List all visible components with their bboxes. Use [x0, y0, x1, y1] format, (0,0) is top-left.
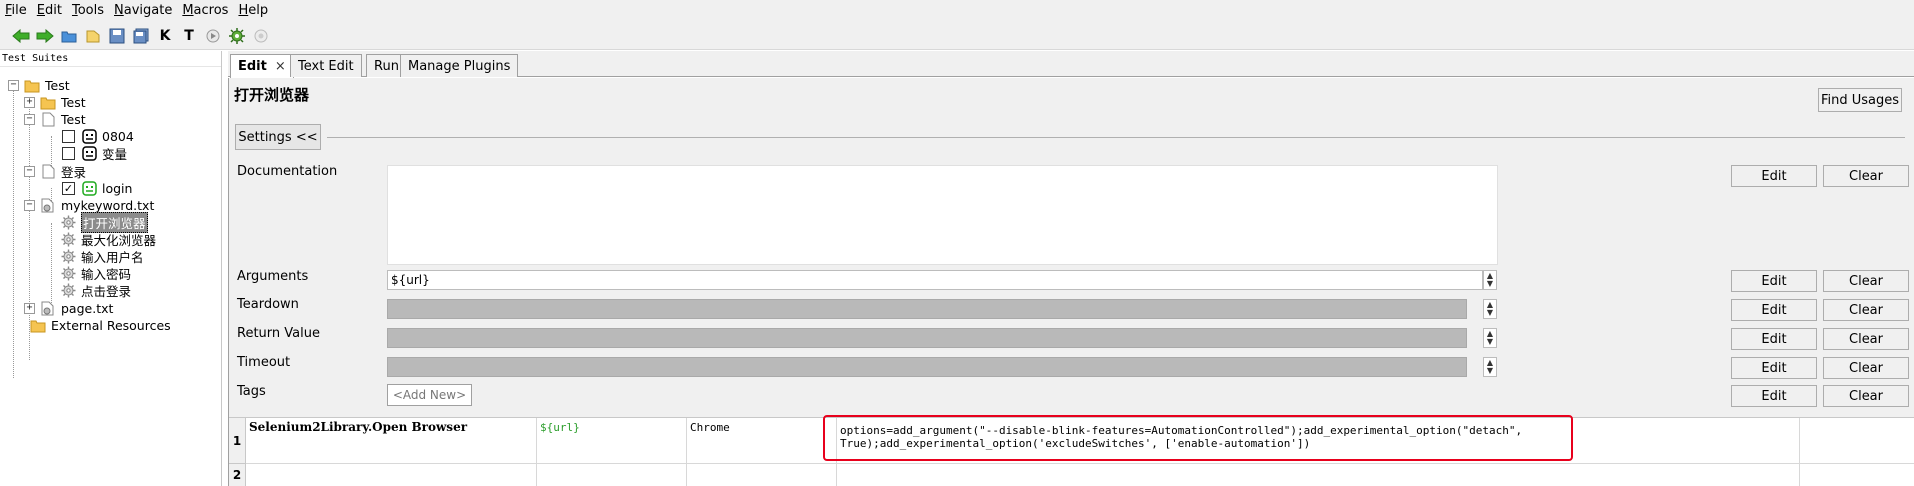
- stop-icon[interactable]: [250, 25, 272, 47]
- add-tag-input[interactable]: <Add New>: [387, 384, 472, 406]
- new-folder-icon[interactable]: [82, 25, 104, 47]
- arguments-label: Arguments: [237, 269, 309, 284]
- row-header[interactable]: 1: [229, 418, 246, 464]
- return-value-clear-button[interactable]: Clear: [1823, 328, 1909, 350]
- settings-divider: [327, 137, 1905, 138]
- arguments-edit-button[interactable]: Edit: [1731, 270, 1817, 292]
- timeout-clear-button[interactable]: Clear: [1823, 357, 1909, 379]
- documentation-label: Documentation: [237, 164, 338, 179]
- menu-macros[interactable]: Macros: [177, 0, 233, 22]
- file-icon: [40, 112, 56, 128]
- grid-cell-arg4[interactable]: [1800, 464, 1914, 486]
- forward-arrow-icon[interactable]: [34, 25, 56, 47]
- tags-clear-button[interactable]: Clear: [1823, 385, 1909, 407]
- menu-file[interactable]: File: [0, 0, 32, 22]
- grid-cell-arg1[interactable]: ${url}: [537, 418, 687, 464]
- editor-tab-bar: Edit × Text Edit Run Manage Plugins: [228, 51, 1914, 78]
- back-arrow-icon[interactable]: [10, 25, 32, 47]
- expand-toggle[interactable]: +: [24, 303, 35, 314]
- file-icon: [40, 164, 56, 180]
- row-header[interactable]: 2: [229, 464, 246, 486]
- grid-cell-arg2[interactable]: [687, 464, 837, 486]
- chevron-down-icon: ▼: [1486, 337, 1494, 346]
- test-suites-panel: Test Suites − Test + Test − Test 0804 变量…: [0, 51, 222, 486]
- chevron-down-icon: ▼: [1486, 308, 1494, 317]
- run-icon[interactable]: [202, 25, 224, 47]
- save-icon[interactable]: [106, 25, 128, 47]
- expand-toggle[interactable]: +: [24, 97, 35, 108]
- gear-icon: [60, 283, 76, 299]
- grid-cell-keyword[interactable]: Selenium2Library.Open Browser: [246, 418, 537, 464]
- folder-icon: [30, 318, 46, 334]
- test-search-icon[interactable]: T: [178, 25, 200, 47]
- tab-edit[interactable]: Edit ×: [230, 54, 294, 78]
- tree-node-external-resources[interactable]: External Resources: [30, 315, 171, 336]
- find-usages-button[interactable]: Find Usages: [1818, 88, 1902, 112]
- keyword-editor: 打开浏览器 Find Usages Settings << Documentat…: [228, 78, 1914, 486]
- tab-text-edit[interactable]: Text Edit: [290, 54, 362, 77]
- teardown-label: Teardown: [237, 297, 299, 312]
- documentation-field[interactable]: [387, 165, 1498, 265]
- menu-help[interactable]: Help: [233, 0, 273, 22]
- arguments-spinner[interactable]: ▲ ▼: [1483, 270, 1497, 290]
- teardown-clear-button[interactable]: Clear: [1823, 299, 1909, 321]
- menu-edit[interactable]: Edit: [32, 0, 67, 22]
- grid-cell-arg2[interactable]: Chrome: [687, 418, 837, 464]
- teardown-field[interactable]: [387, 299, 1467, 319]
- documentation-edit-button[interactable]: Edit: [1731, 165, 1817, 187]
- save-all-icon[interactable]: [130, 25, 152, 47]
- collapse-toggle[interactable]: −: [24, 166, 35, 177]
- chevron-down-icon: ▼: [1486, 279, 1494, 288]
- menu-bar: File Edit Tools Navigate Macros Help: [0, 0, 1914, 22]
- collapse-toggle[interactable]: −: [8, 80, 19, 91]
- chevron-down-icon: ▼: [1486, 366, 1494, 375]
- test-checkbox-checked[interactable]: ✓: [62, 182, 75, 195]
- tree-guide-line: [13, 85, 14, 378]
- robot-icon: [81, 146, 97, 162]
- documentation-clear-button[interactable]: Clear: [1823, 165, 1909, 187]
- annotation-highlight-box: [823, 415, 1573, 461]
- timeout-spinner[interactable]: ▲ ▼: [1483, 357, 1497, 377]
- toolbar: K T: [0, 22, 1914, 50]
- test-checkbox[interactable]: [62, 147, 75, 160]
- arguments-field[interactable]: ${url}: [387, 270, 1483, 290]
- arguments-clear-button[interactable]: Clear: [1823, 270, 1909, 292]
- timeout-label: Timeout: [237, 355, 291, 370]
- teardown-spinner[interactable]: ▲ ▼: [1483, 299, 1497, 319]
- grid-cell-arg3[interactable]: [837, 464, 1800, 486]
- return-value-spinner[interactable]: ▲ ▼: [1483, 328, 1497, 348]
- menu-navigate[interactable]: Navigate: [109, 0, 177, 22]
- settings-gear-icon[interactable]: [226, 25, 248, 47]
- grid-cell-arg1[interactable]: [537, 464, 687, 486]
- teardown-edit-button[interactable]: Edit: [1731, 299, 1817, 321]
- open-folder-icon[interactable]: [58, 25, 80, 47]
- timeout-edit-button[interactable]: Edit: [1731, 357, 1817, 379]
- keyword-search-icon[interactable]: K: [154, 25, 176, 47]
- close-icon[interactable]: ×: [275, 59, 286, 74]
- return-value-label: Return Value: [237, 326, 320, 341]
- grid-cell-arg4[interactable]: [1800, 418, 1914, 464]
- tree-guide-line: [51, 223, 52, 309]
- resource-file-icon: [40, 198, 56, 214]
- menu-tools[interactable]: Tools: [67, 0, 109, 22]
- test-checkbox[interactable]: [62, 130, 75, 143]
- tags-edit-button[interactable]: Edit: [1731, 385, 1817, 407]
- grid-cell-keyword[interactable]: [246, 464, 537, 486]
- page-title: 打开浏览器: [234, 86, 310, 104]
- collapse-toggle[interactable]: −: [24, 200, 35, 211]
- return-value-edit-button[interactable]: Edit: [1731, 328, 1817, 350]
- tab-manage-plugins[interactable]: Manage Plugins: [400, 54, 519, 77]
- settings-toggle-button[interactable]: Settings <<: [235, 124, 321, 150]
- tags-label: Tags: [237, 384, 266, 399]
- return-value-field[interactable]: [387, 328, 1467, 348]
- timeout-field[interactable]: [387, 357, 1467, 377]
- collapse-toggle[interactable]: −: [24, 114, 35, 125]
- panel-title: Test Suites: [0, 51, 221, 67]
